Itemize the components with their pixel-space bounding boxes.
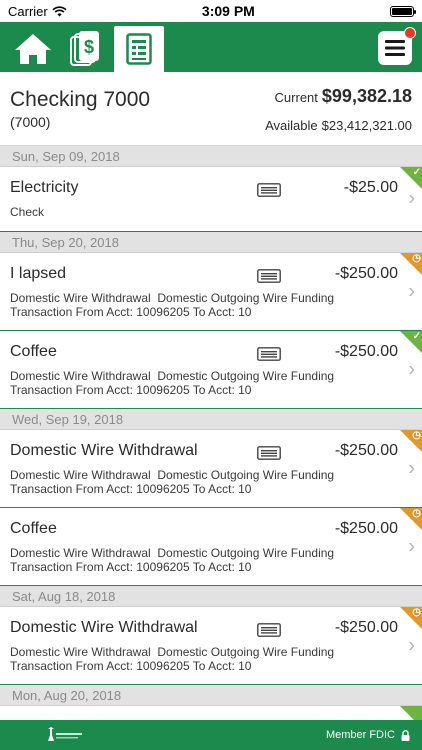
card-icon <box>257 347 281 366</box>
transaction-title: Domestic Wire Withdrawal <box>10 619 198 636</box>
money-stack-icon: $ <box>70 31 99 66</box>
transaction-description: Check <box>10 205 44 219</box>
status-left: Carrier <box>8 4 67 19</box>
chevron-right-icon[interactable]: › <box>408 634 415 657</box>
transaction-title: I lapsed <box>10 265 67 282</box>
date-header: Mon, Aug 20, 2018 <box>0 685 422 706</box>
chevron-right-icon[interactable]: › <box>408 188 415 211</box>
current-label: Current <box>274 90 318 105</box>
transaction-amount: -$250.00 <box>334 265 398 282</box>
transaction-title: Electricity <box>10 179 79 196</box>
clock-icon: ◷ <box>412 508 421 519</box>
hamburger-icon <box>385 40 405 56</box>
chevron-right-icon[interactable]: › <box>408 358 415 381</box>
available-balance: Available $23,412,321.00 <box>265 118 412 133</box>
transaction-description-line: Transaction From Acct: 10096205 To Acct:… <box>10 659 252 673</box>
battery-icon <box>390 5 416 17</box>
card-icon <box>257 623 281 642</box>
card-icon <box>257 269 281 288</box>
account-number: (7000) <box>10 114 51 130</box>
ledger-icon <box>126 33 152 65</box>
chevron-right-icon[interactable]: › <box>408 457 415 480</box>
footer: Member FDIC <box>0 720 422 750</box>
check-icon: ✓ <box>412 331 421 342</box>
date-header: Thu, Sep 20, 2018 <box>0 232 422 253</box>
bank-logo-icon <box>48 727 82 741</box>
transaction-amount: -$25.00 <box>343 179 398 196</box>
transaction-row[interactable]: Electricity Check -$25.00 › ✓ <box>0 167 422 232</box>
card-icon <box>257 183 281 202</box>
transaction-description: Domestic Wire Withdrawal Domestic Outgoi… <box>10 291 334 319</box>
chevron-right-icon[interactable]: › <box>408 280 415 303</box>
transaction-description-line: Transaction From Acct: 10096205 To Acct:… <box>10 383 252 397</box>
transaction-row[interactable]: Coffee Domestic Wire Withdrawal Domestic … <box>0 331 422 409</box>
tab-payments[interactable]: $ <box>61 26 111 72</box>
clock: 3:09 PM <box>201 3 255 19</box>
transaction-description: Domestic Wire Withdrawal Domestic Outgoi… <box>10 645 334 673</box>
available-label: Available <box>265 118 318 133</box>
date-header: Sat, Aug 18, 2018 <box>0 586 422 607</box>
clock-icon: ◷ <box>412 253 421 264</box>
transaction-row[interactable]: Coffee Domestic Wire Withdrawal Domestic … <box>0 508 422 586</box>
transaction-description-line: Domestic Wire Withdrawal Domestic Outgoi… <box>10 546 335 560</box>
transaction-row[interactable]: Domestic Wire Withdrawal Domestic Wire Wi… <box>0 430 422 508</box>
carrier-label: Carrier <box>8 3 48 19</box>
transaction-row[interactable]: Domestic Wire Withdrawal Domestic Wire Wi… <box>0 607 422 685</box>
transaction-description-line: Domestic Wire Withdrawal Domestic Outgoi… <box>10 291 335 305</box>
home-icon <box>15 34 51 64</box>
footer-right: Member FDIC <box>326 729 410 741</box>
account-header: Checking 7000 (7000) Current $99,382.18 A… <box>0 72 422 146</box>
date-header: Wed, Sep 19, 2018 <box>0 409 422 430</box>
notification-dot <box>404 27 416 39</box>
wifi-icon <box>52 5 67 16</box>
chevron-right-icon[interactable]: › <box>408 535 415 558</box>
transaction-amount: -$250.00 <box>334 520 398 537</box>
account-name: Checking 7000 <box>10 88 151 111</box>
transaction-amount: -$250.00 <box>334 442 398 459</box>
transaction-title: Coffee <box>10 520 57 537</box>
transaction-description: Domestic Wire Withdrawal Domestic Outgoi… <box>10 546 334 574</box>
transaction-description-line: Check <box>10 205 45 219</box>
transaction-description-line: Transaction From Acct: 10096205 To Acct:… <box>10 482 252 496</box>
transaction-description-line: Domestic Wire Withdrawal Domestic Outgoi… <box>10 369 335 383</box>
transaction-description-line: Transaction From Acct: 10096205 To Acct:… <box>10 305 252 319</box>
clock-icon: ◷ <box>412 607 421 618</box>
transaction-description: Domestic Wire Withdrawal Domestic Outgoi… <box>10 468 334 496</box>
member-fdic-label: Member FDIC <box>325 729 395 741</box>
transaction-description-line: Domestic Wire Withdrawal Domestic Outgoi… <box>10 468 335 482</box>
check-icon: ✓ <box>412 167 421 178</box>
transaction-description: Domestic Wire Withdrawal Domestic Outgoi… <box>10 369 334 397</box>
lock-icon <box>401 729 410 741</box>
tab-home[interactable] <box>8 26 58 72</box>
menu-button[interactable] <box>378 27 416 65</box>
transaction-description-line: Domestic Wire Withdrawal Domestic Outgoi… <box>10 645 335 659</box>
transaction-row[interactable]: I lapsed Domestic Wire Withdrawal Domesti… <box>0 253 422 331</box>
transaction-amount: -$250.00 <box>334 619 398 636</box>
transaction-title: Domestic Wire Withdrawal <box>10 442 198 459</box>
current-balance: Current $99,382.18 <box>275 86 412 107</box>
current-amount: $99,382.18 <box>321 86 412 106</box>
clock-icon: ◷ <box>412 430 421 441</box>
status-bar: Carrier 3:09 PM <box>0 0 422 22</box>
tab-accounts[interactable] <box>114 26 164 72</box>
svg-text:$: $ <box>84 37 94 57</box>
transaction-list[interactable]: Sun, Sep 09, 2018 Electricity Check -$25.00… <box>0 146 422 750</box>
available-amount: $23,412,321.00 <box>321 118 412 133</box>
date-header: Sun, Sep 09, 2018 <box>0 146 422 167</box>
top-nav: $ <box>0 22 422 72</box>
transaction-description-line: Transaction From Acct: 10096205 To Acct:… <box>10 560 252 574</box>
transaction-amount: -$250.00 <box>334 343 398 360</box>
card-icon <box>257 446 281 465</box>
transaction-title: Coffee <box>10 343 57 360</box>
